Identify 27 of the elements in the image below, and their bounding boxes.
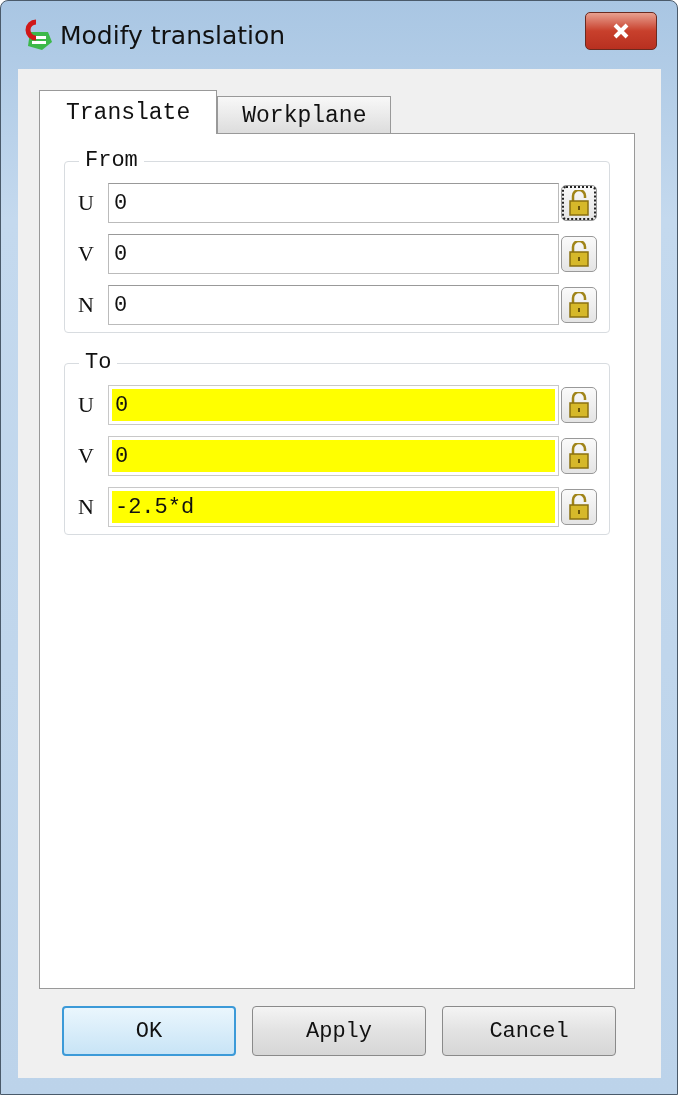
close-button[interactable]	[585, 12, 657, 50]
field-label: N	[78, 494, 95, 520]
tab[interactable]: Workplane	[217, 96, 392, 134]
input-field[interactable]: 0	[107, 183, 560, 223]
field-label: N	[78, 292, 95, 318]
padlock-icon	[568, 190, 591, 216]
padlock-icon	[568, 494, 591, 520]
lock-button[interactable]	[561, 185, 597, 221]
input-field[interactable]: -2.5*d	[107, 487, 560, 527]
padlock-icon	[568, 241, 591, 267]
field-label: V	[78, 443, 95, 469]
tab[interactable]: Translate	[39, 90, 218, 134]
field-label: V	[78, 241, 95, 267]
dialog-button[interactable]: Apply	[252, 1006, 426, 1056]
input-field[interactable]: 0	[107, 285, 560, 325]
input-field[interactable]: 0	[107, 385, 560, 425]
field-label: U	[78, 392, 95, 418]
padlock-icon	[568, 443, 591, 469]
input-field[interactable]: 0	[107, 436, 560, 476]
dialog-button[interactable]: Cancel	[442, 1006, 616, 1056]
window-title: Modify translation	[60, 20, 287, 50]
padlock-icon	[568, 292, 591, 318]
dialog-button[interactable]: OK	[62, 1006, 236, 1056]
field-label: U	[78, 190, 95, 216]
padlock-icon	[568, 392, 591, 418]
input-field[interactable]: 0	[107, 234, 560, 274]
close-icon	[612, 23, 630, 39]
